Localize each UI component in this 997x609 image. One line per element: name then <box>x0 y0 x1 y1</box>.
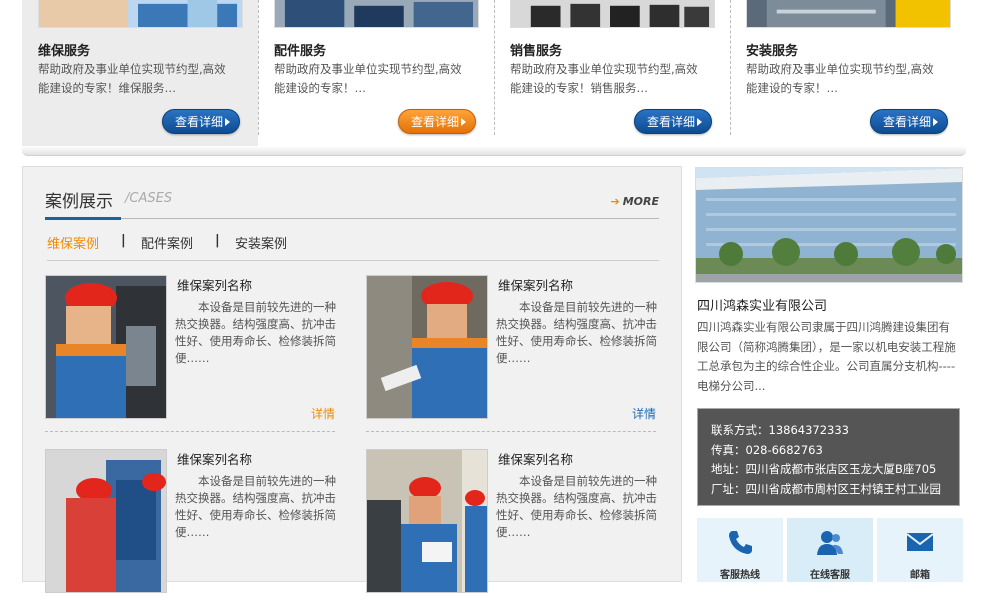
button-label: 查看详细 <box>411 115 460 129</box>
service-desc: 帮助政府及事业单位实现节约型,高效能建设的专家！… <box>746 62 934 95</box>
service-strip: 维保服务 帮助政府及事业单位实现节约型,高效能建设的专家！维保服务… 查看详细 … <box>22 0 966 146</box>
contact-phone: 联系方式：13864372333 <box>711 423 849 437</box>
service-card-maintenance: 维保服务 帮助政府及事业单位实现节约型,高效能建设的专家！维保服务… 查看详细 <box>22 0 258 146</box>
quick-link-label: 在线客服 <box>810 570 850 581</box>
case-name[interactable]: 维保案列名称 <box>177 275 252 294</box>
arrow-right-icon <box>697 118 702 126</box>
arrow-right-icon <box>225 118 230 126</box>
service-image[interactable] <box>274 0 479 28</box>
case-desc: 本设备是目前较先进的一种热交换器。结构强度高、抗冲击性好、使用寿命长、检修装拆简… <box>175 474 336 539</box>
company-building-image <box>695 167 963 283</box>
button-label: 查看详细 <box>647 115 696 129</box>
case-detail-link[interactable]: 详情 <box>311 405 335 422</box>
customer-service-icon <box>817 531 843 555</box>
title-underline <box>45 217 121 220</box>
case-desc: 本设备是目前较先进的一种热交换器。结构强度高、抗冲击性好、使用寿命长、检修装拆简… <box>496 300 657 365</box>
case-detail-link[interactable]: 详情 <box>632 405 656 422</box>
online-service-button[interactable]: 在线客服 <box>787 518 873 582</box>
service-desc: 帮助政府及事业单位实现节约型,高效能建设的专家！维保服务… <box>38 62 226 95</box>
mail-icon <box>906 533 934 551</box>
case-name[interactable]: 维保案列名称 <box>177 449 252 468</box>
tab-maintenance-cases[interactable]: 维保案例 <box>47 233 99 252</box>
case-item: 维保案列名称 本设备是目前较先进的一种热交换器。结构强度高、抗冲击性好、使用寿命… <box>45 449 336 609</box>
service-title: 销售服务 <box>510 44 563 59</box>
cases-header: 案例展示 /CASES ➔ MORE <box>45 185 659 220</box>
tab-parts-cases[interactable]: 配件案例 <box>141 233 193 252</box>
divider <box>366 431 656 432</box>
service-title: 安装服务 <box>746 44 799 59</box>
service-title: 配件服务 <box>274 44 327 59</box>
service-card-installation: 安装服务 帮助政府及事业单位实现节约型,高效能建设的专家！… 查看详细 <box>730 0 966 146</box>
contact-box: 联系方式：13864372333 传真：028-6682763 地址：四川省成都… <box>697 408 960 506</box>
section-title-en: /CASES <box>125 191 173 206</box>
view-detail-button[interactable]: 查看详细 <box>634 109 712 134</box>
quick-link-label: 客服热线 <box>720 570 760 581</box>
divider <box>22 146 966 156</box>
case-tabs: 维保案例 | 配件案例 | 安装案例 <box>47 233 659 261</box>
quick-links: 客服热线 在线客服 邮箱 <box>697 518 963 582</box>
divider <box>45 431 335 432</box>
mail-button[interactable]: 邮箱 <box>877 518 963 582</box>
case-thumbnail[interactable] <box>366 275 488 419</box>
service-image[interactable] <box>746 0 951 28</box>
phone-icon <box>729 531 752 554</box>
case-thumbnail[interactable] <box>45 275 167 419</box>
contact-factory: 厂址：四川省成都市周村区王村镇王村工业园 <box>711 481 941 496</box>
service-card-sales: 销售服务 帮助政府及事业单位实现节约型,高效能建设的专家！销售服务… 查看详细 <box>494 0 730 146</box>
service-desc: 帮助政府及事业单位实现节约型,高效能建设的专家！销售服务… <box>510 62 698 95</box>
view-detail-button[interactable]: 查看详细 <box>162 109 240 134</box>
button-label: 查看详细 <box>883 115 932 129</box>
button-label: 查看详细 <box>175 115 224 129</box>
arrow-right-icon <box>933 118 938 126</box>
case-desc: 本设备是目前较先进的一种热交换器。结构强度高、抗冲击性好、使用寿命长、检修装拆简… <box>496 474 657 539</box>
case-item: 维保案列名称 本设备是目前较先进的一种热交换器。结构强度高、抗冲击性好、使用寿命… <box>366 449 657 609</box>
more-link[interactable]: ➔ MORE <box>610 195 659 208</box>
arrow-right-icon <box>461 118 466 126</box>
case-name[interactable]: 维保案列名称 <box>498 449 573 468</box>
tab-install-cases[interactable]: 安装案例 <box>235 233 287 252</box>
case-item: 维保案列名称 本设备是目前较先进的一种热交换器。结构强度高、抗冲击性好、使用寿命… <box>45 275 336 435</box>
view-detail-button[interactable]: 查看详细 <box>870 109 948 134</box>
case-thumbnail[interactable] <box>366 449 488 593</box>
contact-fax: 传真：028-6682763 <box>711 442 823 457</box>
hotline-button[interactable]: 客服热线 <box>697 518 783 582</box>
company-desc: 四川鸿森实业有限公司隶属于四川鸿腾建设集团有限公司（简称鸿腾集团），是一家以机电… <box>697 320 956 393</box>
contact-address: 地址：四川省成都市张店区玉龙大厦B座705 <box>711 462 937 476</box>
section-title: 案例展示 <box>45 192 113 212</box>
service-card-parts: 配件服务 帮助政府及事业单位实现节约型,高效能建设的专家！… 查看详细 <box>258 0 494 146</box>
arrow-right-icon: ➔ <box>610 195 620 208</box>
quick-link-label: 邮箱 <box>910 570 930 581</box>
case-name[interactable]: 维保案列名称 <box>498 275 573 294</box>
more-label: MORE <box>622 195 659 208</box>
service-desc: 帮助政府及事业单位实现节约型,高效能建设的专家！… <box>274 62 462 95</box>
case-desc: 本设备是目前较先进的一种热交换器。结构强度高、抗冲击性好、使用寿命长、检修装拆简… <box>175 300 336 365</box>
cases-panel: 案例展示 /CASES ➔ MORE 维保案例 | 配件案例 | 安装案例 维保案… <box>22 166 682 593</box>
tab-separator: | <box>121 233 126 248</box>
service-image[interactable] <box>38 0 243 28</box>
service-image[interactable] <box>510 0 715 28</box>
view-detail-button[interactable]: 查看详细 <box>398 109 476 134</box>
tab-separator: | <box>215 233 220 248</box>
service-title: 维保服务 <box>38 44 91 59</box>
case-item: 维保案列名称 本设备是目前较先进的一种热交换器。结构强度高、抗冲击性好、使用寿命… <box>366 275 657 435</box>
company-name[interactable]: 四川鸿森实业有限公司 <box>697 295 827 314</box>
case-thumbnail[interactable] <box>45 449 167 593</box>
